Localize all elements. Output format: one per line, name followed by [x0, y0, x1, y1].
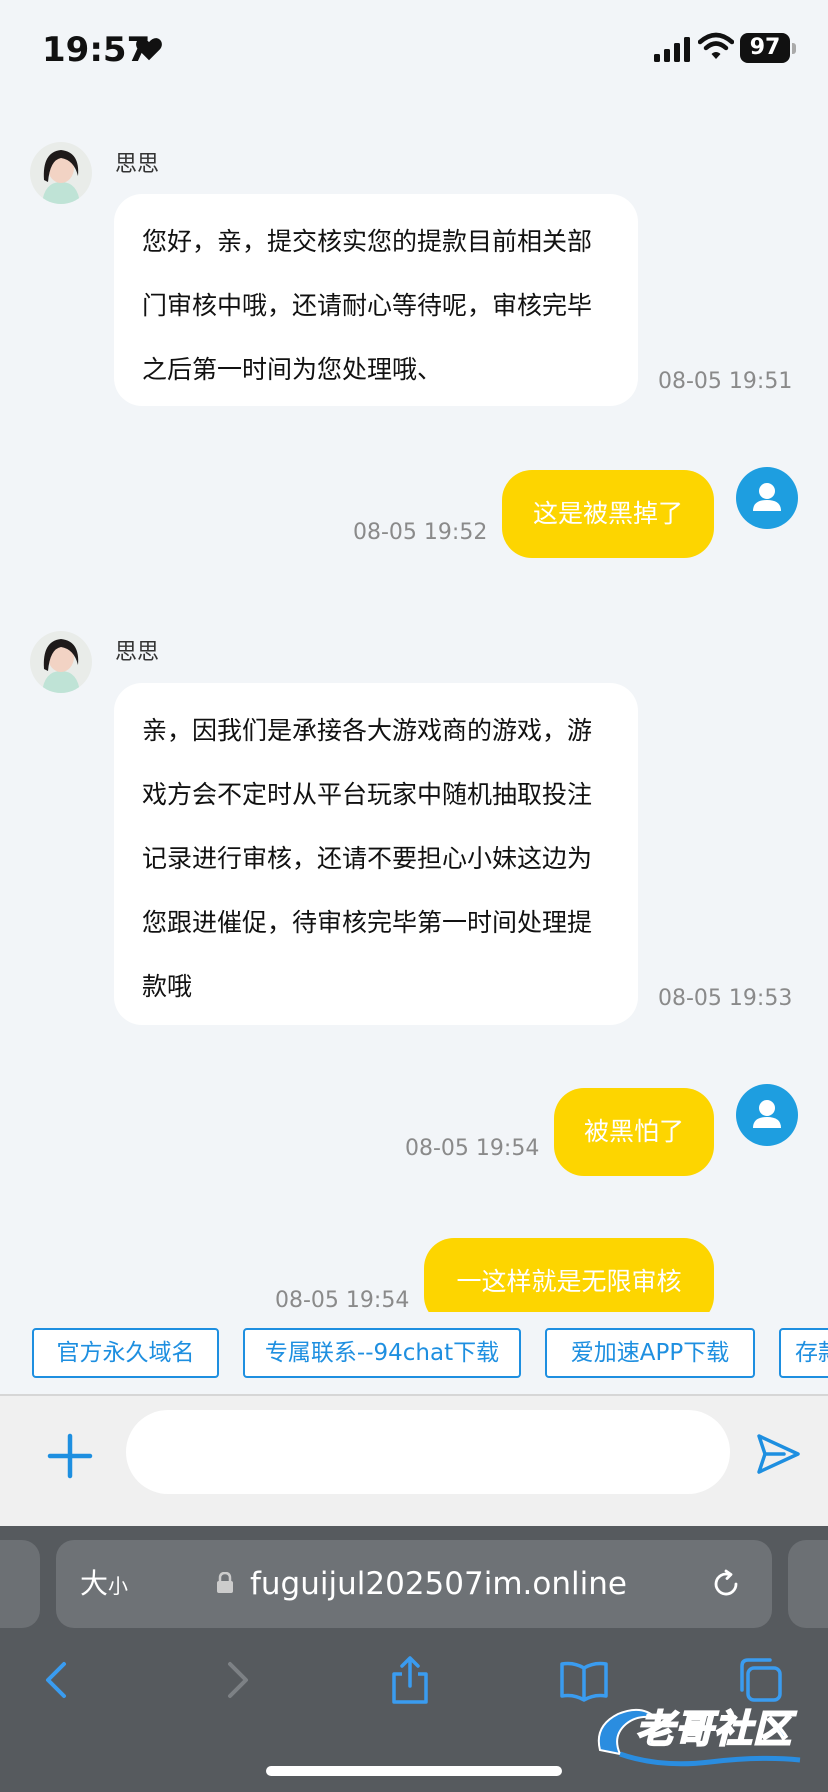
quick-link-bar: 官方永久域名 专属联系--94chat下载 爱加速APP下载 存款: [0, 1312, 828, 1394]
battery-indicator: 97: [740, 33, 790, 63]
message-input[interactable]: [126, 1410, 730, 1494]
quick-link-94chat-download[interactable]: 专属联系--94chat下载: [243, 1328, 521, 1378]
outgoing-message-bubble: 被黑怕了: [554, 1088, 714, 1176]
message-timestamp: 08-05 19:54: [275, 1288, 410, 1313]
share-icon[interactable]: [384, 1654, 436, 1706]
forward-icon[interactable]: [210, 1654, 262, 1706]
agent-avatar[interactable]: [30, 142, 92, 204]
quick-link-official-domain[interactable]: 官方永久域名: [32, 1328, 219, 1378]
next-tab[interactable]: [788, 1540, 828, 1628]
message-timestamp: 08-05 19:52: [353, 520, 488, 545]
heart-icon: [136, 38, 162, 61]
outgoing-message-bubble: 这是被黑掉了: [502, 470, 714, 558]
incoming-message-bubble: 亲，因我们是承接各大游戏商的游戏，游戏方会不定时从平台玩家中随机抽取投注记录进行…: [114, 683, 638, 1025]
cellular-signal-icon: [654, 37, 690, 62]
home-indicator[interactable]: [266, 1766, 562, 1776]
agent-avatar[interactable]: [30, 631, 92, 693]
text-size-big: 大: [80, 1567, 109, 1600]
message-timestamp: 08-05 19:53: [658, 986, 793, 1011]
url-text: fuguijul202507im.online: [250, 1566, 627, 1602]
watermark-text: 老哥社区: [635, 1706, 793, 1752]
message-input-bar: [0, 1396, 828, 1526]
sender-name: 思思: [115, 640, 160, 665]
sender-name: 思思: [115, 152, 160, 177]
quick-link-deposit[interactable]: 存款: [779, 1328, 828, 1378]
text-size-small: 小: [108, 1574, 129, 1598]
browser-toolbar: 大小 fuguijul202507im.online 老哥社区: [0, 1526, 828, 1792]
user-avatar-icon[interactable]: [736, 1084, 798, 1146]
text-size-button[interactable]: 大小: [80, 1540, 128, 1628]
incoming-message-bubble: 您好，亲，提交核实您的提款目前相关部门审核中哦，还请耐心等待呢，审核完毕之后第一…: [114, 194, 638, 406]
previous-tab[interactable]: [0, 1540, 40, 1628]
back-icon[interactable]: [32, 1654, 84, 1706]
wifi-icon: [698, 32, 734, 59]
lock-icon: [217, 1572, 233, 1593]
battery-tip: [792, 43, 796, 54]
status-bar: 19:57 97: [0, 0, 828, 100]
community-watermark-logo: 老哥社区: [590, 1696, 816, 1774]
address-bar[interactable]: 大小 fuguijul202507im.online: [56, 1540, 772, 1628]
quick-link-app-download[interactable]: 爱加速APP下载: [545, 1328, 755, 1378]
plus-icon[interactable]: [46, 1432, 94, 1480]
user-avatar-icon[interactable]: [736, 467, 798, 529]
reload-icon[interactable]: [710, 1568, 742, 1600]
message-timestamp: 08-05 19:54: [405, 1136, 540, 1161]
send-icon[interactable]: [754, 1430, 802, 1478]
message-timestamp: 08-05 19:51: [658, 369, 793, 394]
